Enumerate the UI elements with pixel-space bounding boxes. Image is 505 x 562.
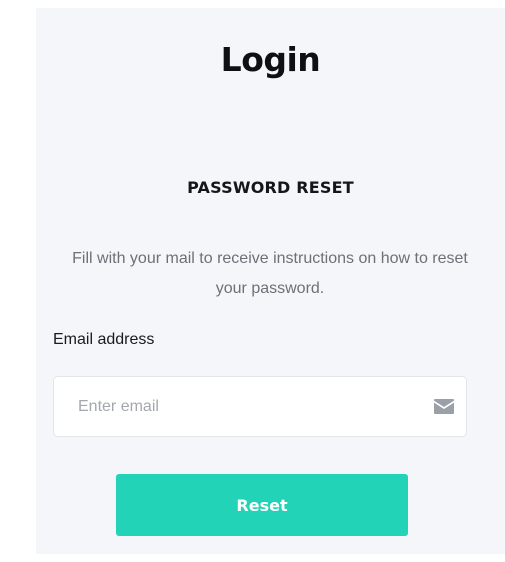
email-input[interactable] bbox=[54, 377, 466, 436]
page-title: Login bbox=[220, 40, 321, 79]
email-input-container bbox=[53, 376, 467, 437]
reset-button[interactable]: Reset bbox=[116, 474, 408, 536]
email-label: Email address bbox=[53, 331, 155, 348]
password-reset-heading: PASSWORD RESET bbox=[187, 178, 354, 197]
reset-instructions: Fill with your mail to receive instructi… bbox=[72, 250, 468, 297]
login-panel: Login PASSWORD RESET Fill with your mail… bbox=[36, 8, 505, 554]
envelope-icon bbox=[434, 399, 454, 414]
